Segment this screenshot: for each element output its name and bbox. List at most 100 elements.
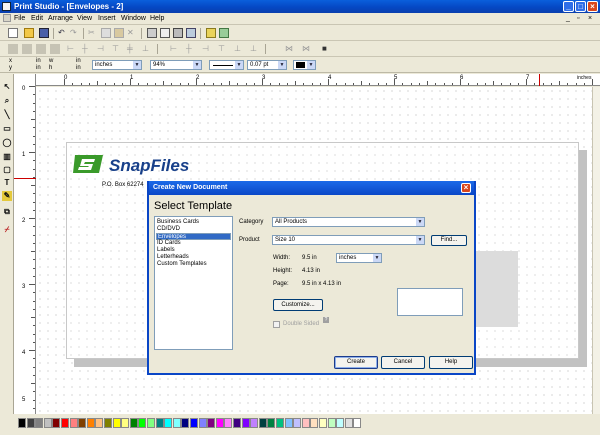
bring-front-icon[interactable] (36, 44, 46, 54)
group-icon[interactable] (8, 44, 18, 54)
color-swatch[interactable] (69, 418, 78, 428)
color-swatch[interactable] (43, 418, 52, 428)
same-width-icon[interactable]: ⊣ (202, 44, 212, 54)
doc-restore-button[interactable]: ▫ (577, 15, 579, 22)
copy-icon[interactable] (101, 28, 111, 38)
color-swatch[interactable] (86, 418, 95, 428)
color-swatch[interactable] (61, 418, 69, 428)
color-swatch[interactable] (207, 418, 216, 428)
distribute-h-icon[interactable]: ⊢ (170, 44, 180, 54)
print-icon[interactable] (173, 28, 183, 38)
delete-icon[interactable]: ✕ (127, 28, 137, 38)
merge-icon[interactable] (186, 28, 196, 38)
color-swatch[interactable] (344, 418, 353, 428)
color-swatch[interactable] (164, 418, 173, 428)
color-swatch[interactable] (319, 418, 327, 428)
color-swatch[interactable] (267, 418, 276, 428)
lock-icon[interactable]: ■ (322, 44, 332, 54)
line-tool-icon[interactable]: ╲ (2, 110, 12, 120)
product-select[interactable]: Size 10 ▼ (272, 235, 425, 245)
rotate-icon[interactable]: ⋈ (285, 44, 295, 54)
menu-file[interactable]: File (14, 15, 25, 22)
fill-color-select[interactable]: ▼ (293, 60, 316, 70)
color-swatch[interactable] (121, 418, 130, 428)
flip-icon[interactable]: ⊥ (250, 44, 260, 54)
color-swatch[interactable] (18, 418, 26, 428)
maximize-button[interactable]: □ (575, 1, 586, 12)
color-swatch[interactable] (129, 418, 138, 428)
color-swatch[interactable] (353, 418, 362, 428)
redo-icon[interactable]: ↷ (70, 28, 80, 38)
send-back-icon[interactable] (50, 44, 60, 54)
ungroup-icon[interactable] (22, 44, 32, 54)
color-swatch[interactable] (172, 418, 181, 428)
help-button[interactable]: Help (429, 356, 473, 369)
list-item[interactable]: CD/DVD (156, 226, 231, 233)
create-button[interactable]: Create (334, 356, 378, 369)
color-swatch[interactable] (112, 418, 121, 428)
open-icon[interactable] (24, 28, 34, 38)
color-swatch[interactable] (336, 418, 345, 428)
list-item-selected[interactable]: Envelopes (156, 233, 231, 240)
center-page-icon[interactable]: ⊥ (234, 44, 244, 54)
pointer-tool-icon[interactable]: ↖ (2, 82, 12, 92)
menu-view[interactable]: View (77, 15, 92, 22)
rectangle-tool-icon[interactable]: ▭ (2, 124, 12, 134)
align-left-icon[interactable]: ⊢ (67, 44, 77, 54)
color-swatch[interactable] (147, 418, 155, 428)
help-badge-icon[interactable]: ? (323, 317, 329, 323)
list-item[interactable]: Letterheads (156, 254, 231, 261)
menu-arrange[interactable]: Arrange (48, 15, 73, 22)
app-icon[interactable] (2, 2, 11, 11)
doc-close-button[interactable]: × (588, 15, 592, 22)
color-swatch[interactable] (224, 418, 233, 428)
rounded-rect-tool-icon[interactable]: ▢ (2, 165, 12, 175)
cancel-button[interactable]: Cancel (381, 356, 425, 369)
image-tool-icon[interactable]: ✎ (2, 191, 12, 201)
list-item[interactable]: Labels (156, 247, 231, 254)
color-swatch[interactable] (26, 418, 35, 428)
color-swatch[interactable] (258, 418, 267, 428)
customize-button[interactable]: Customize... (273, 299, 323, 311)
units-select[interactable]: inches ▼ (92, 60, 142, 70)
color-swatch[interactable] (78, 418, 87, 428)
zoom-tool-icon[interactable]: ⌕ (2, 96, 12, 106)
list-item[interactable]: Business Cards (156, 219, 231, 226)
double-sided-checkbox[interactable] (273, 321, 280, 328)
doc-minimize-button[interactable]: _ (566, 15, 570, 22)
paste-icon[interactable] (114, 28, 124, 38)
align-center-icon[interactable]: ┼ (82, 44, 92, 54)
align-middle-icon[interactable]: ╪ (127, 44, 137, 54)
align-top-icon[interactable]: ⊤ (112, 44, 122, 54)
doc-icon[interactable] (3, 14, 11, 22)
color-swatch[interactable] (35, 418, 44, 428)
color-swatch[interactable] (215, 418, 224, 428)
category-select[interactable]: All Products ▼ (272, 217, 425, 227)
color-picker-icon[interactable]: ⌿ (2, 225, 12, 235)
image-icon[interactable] (206, 28, 216, 38)
color-swatch[interactable] (310, 418, 319, 428)
color-swatch[interactable] (181, 418, 190, 428)
list-item[interactable]: ID Cards (156, 240, 231, 247)
color-swatch[interactable] (138, 418, 147, 428)
mirror-icon[interactable]: ⋈ (302, 44, 312, 54)
grid-icon[interactable] (147, 28, 157, 38)
color-swatch[interactable] (155, 418, 164, 428)
zoom-select[interactable]: 94% ▼ (150, 60, 202, 70)
template-list[interactable]: Business Cards CD/DVD Envelopes ID Cards… (154, 216, 233, 350)
close-button[interactable]: × (587, 1, 598, 12)
minimize-button[interactable]: _ (563, 1, 574, 12)
color-swatch[interactable] (198, 418, 207, 428)
color-swatch[interactable] (276, 418, 284, 428)
new-icon[interactable] (8, 28, 18, 38)
color-swatch[interactable] (104, 418, 112, 428)
width-units-select[interactable]: inches ▼ (336, 253, 382, 263)
color-swatch[interactable] (301, 418, 310, 428)
color-swatch[interactable] (284, 418, 293, 428)
color-swatch[interactable] (95, 418, 104, 428)
color-swatch[interactable] (190, 418, 198, 428)
same-height-icon[interactable]: ⊤ (218, 44, 228, 54)
gallery-icon[interactable] (219, 28, 229, 38)
align-right-icon[interactable]: ⊣ (97, 44, 107, 54)
vertical-scrollbar[interactable] (592, 87, 600, 414)
